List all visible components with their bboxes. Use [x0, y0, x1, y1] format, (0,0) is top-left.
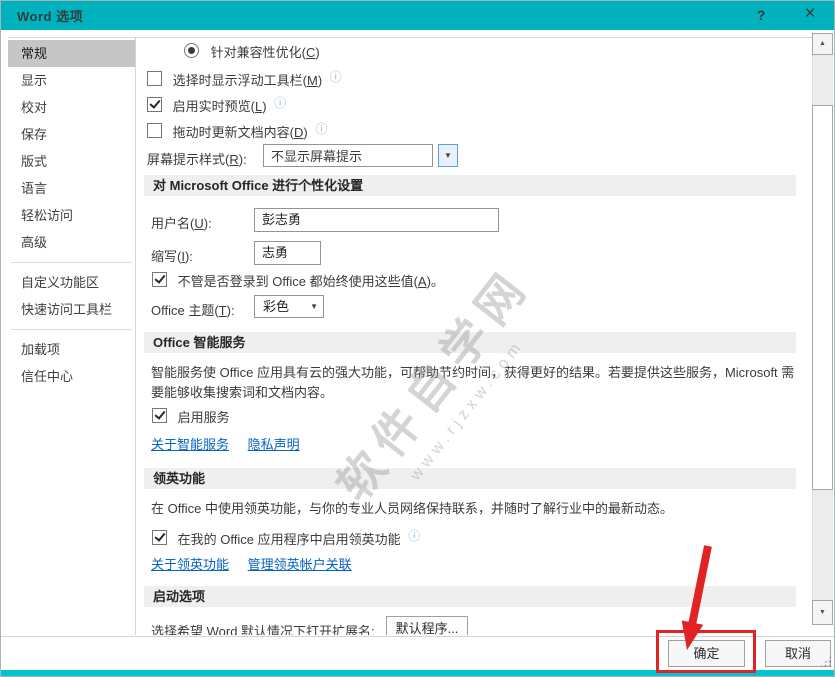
username-label: 用户名(U):: [151, 216, 212, 231]
enable-linkedin-checkbox[interactable]: [152, 530, 167, 546]
accent-strip: [0, 670, 835, 677]
live-preview-checkbox[interactable]: [147, 97, 162, 113]
cancel-button[interactable]: 取消: [765, 640, 831, 667]
sidebar-divider: [11, 262, 132, 263]
live-preview-row: 启用实时预览(L) ⓘ: [147, 94, 286, 115]
info-icon: ⓘ: [329, 70, 342, 84]
always-use-values-label: 不管是否登录到 Office 都始终使用这些值(A)。: [177, 274, 444, 289]
sidebar-item-language[interactable]: 语言: [8, 175, 135, 202]
always-use-values-checkbox[interactable]: [152, 272, 167, 287]
office-theme-value: 彩色: [263, 299, 290, 314]
screentip-style-value: 不显示屏幕提示: [271, 149, 363, 164]
options-sidebar: 常规 显示 校对 保存 版式 语言 轻松访问 高级 自定义功能区 快速访问工具栏…: [8, 40, 135, 390]
scroll-down-icon[interactable]: ▼: [812, 600, 833, 625]
enable-linkedin-label: 在我的 Office 应用程序中启用领英功能: [177, 532, 401, 548]
help-icon[interactable]: ?: [749, 4, 773, 26]
options-content-pane: 针对兼容性优化(C) 选择时显示浮动工具栏(M) ⓘ 启用实时预览(L) ⓘ 拖…: [135, 38, 812, 635]
initials-input[interactable]: 志勇: [254, 241, 321, 265]
live-preview-label: 启用实时预览(L): [172, 99, 267, 115]
mini-toolbar-label: 选择时显示浮动工具栏(M): [172, 73, 323, 89]
sidebar-item-general[interactable]: 常规: [8, 40, 135, 67]
section-header-linkedin: 领英功能: [144, 468, 796, 489]
close-icon[interactable]: ×: [797, 2, 823, 26]
info-icon: ⓘ: [315, 122, 328, 136]
about-intelligent-services-link[interactable]: 关于智能服务: [151, 437, 229, 452]
ok-button[interactable]: 确定: [668, 640, 745, 667]
default-programs-button[interactable]: 默认程序...: [386, 616, 468, 635]
scrollbar-thumb[interactable]: [812, 105, 833, 490]
section-header-startup: 启动选项: [144, 586, 796, 607]
dialog-title: Word 选项: [17, 8, 84, 24]
dialog-footer: 确定 取消: [0, 636, 835, 671]
drag-update-checkbox[interactable]: [147, 123, 162, 139]
sidebar-item-customize-ribbon[interactable]: 自定义功能区: [8, 269, 135, 296]
screentip-style-dropdown-button[interactable]: ▼: [438, 144, 458, 167]
enable-services-checkbox[interactable]: [152, 408, 167, 423]
sidebar-item-advanced[interactable]: 高级: [8, 229, 135, 256]
office-theme-label: Office 主题(T):: [151, 303, 235, 318]
info-icon: ⓘ: [408, 529, 421, 543]
username-input[interactable]: 彭志勇: [254, 208, 499, 232]
always-use-values-row: 不管是否登录到 Office 都始终使用这些值(A)。: [152, 271, 444, 290]
info-icon: ⓘ: [274, 96, 287, 110]
sidebar-item-addins[interactable]: 加载项: [8, 336, 135, 363]
dialog-titlebar: Word 选项 ? ×: [0, 0, 835, 30]
manage-linkedin-account-link[interactable]: 管理领英帐户关联: [248, 557, 352, 572]
office-theme-dropdown[interactable]: 彩色 ▼: [254, 295, 324, 318]
sidebar-divider: [11, 329, 132, 330]
vertical-scrollbar[interactable]: ▲ ▼: [812, 33, 833, 625]
enable-services-row: 启用服务: [152, 407, 230, 426]
initials-label: 缩写(I):: [151, 249, 193, 264]
screentip-style-field[interactable]: 不显示屏幕提示: [263, 144, 433, 167]
sidebar-item-save[interactable]: 保存: [8, 121, 135, 148]
sidebar-item-accessibility[interactable]: 轻松访问: [8, 202, 135, 229]
compat-optimize-radio-row: 针对兼容性优化(C): [184, 42, 320, 61]
chevron-down-icon: ▼: [310, 302, 318, 311]
startup-extensions-label: 选择希望 Word 默认情况下打开扩展名:: [151, 624, 375, 635]
chevron-down-icon: ▼: [444, 151, 452, 160]
section-header-personalize: 对 Microsoft Office 进行个性化设置: [144, 175, 796, 196]
sidebar-item-proofing[interactable]: 校对: [8, 94, 135, 121]
mini-toolbar-row: 选择时显示浮动工具栏(M) ⓘ: [147, 68, 342, 89]
enable-services-label: 启用服务: [177, 410, 230, 425]
sidebar-item-quick-access-toolbar[interactable]: 快速访问工具栏: [8, 296, 135, 323]
scroll-up-icon[interactable]: ▲: [812, 33, 833, 55]
intelligent-services-links: 关于智能服务 隐私声明: [151, 434, 300, 453]
screentip-style-label: 屏幕提示样式(R):: [147, 152, 247, 167]
compat-optimize-radio[interactable]: [184, 43, 199, 58]
sidebar-item-layout[interactable]: 版式: [8, 148, 135, 175]
linkedin-description: 在 Office 中使用领英功能，与你的专业人员网络保持联系，并随时了解行业中的…: [151, 501, 673, 516]
linkedin-links: 关于领英功能 管理领英帐户关联: [151, 554, 352, 573]
enable-linkedin-row: 在我的 Office 应用程序中启用领英功能 ⓘ: [152, 527, 420, 548]
drag-update-label: 拖动时更新文档内容(D): [172, 125, 308, 141]
compat-optimize-label: 针对兼容性优化(C): [210, 45, 320, 60]
privacy-statement-link[interactable]: 隐私声明: [248, 437, 300, 452]
intelligent-services-description: 智能服务使 Office 应用具有云的强大功能，可帮助节约时间，获得更好的结果。…: [151, 365, 795, 400]
drag-update-row: 拖动时更新文档内容(D) ⓘ: [147, 120, 327, 141]
mini-toolbar-checkbox[interactable]: [147, 71, 162, 87]
about-linkedin-link[interactable]: 关于领英功能: [151, 557, 229, 572]
section-header-intelligent-services: Office 智能服务: [144, 332, 796, 353]
sidebar-item-trust-center[interactable]: 信任中心: [8, 363, 135, 390]
sidebar-item-display[interactable]: 显示: [8, 67, 135, 94]
